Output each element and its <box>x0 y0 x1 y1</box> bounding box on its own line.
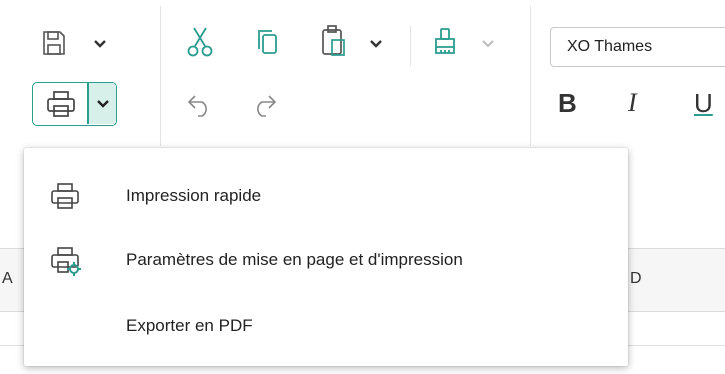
copy-icon[interactable] <box>252 24 282 60</box>
save-icon[interactable] <box>38 26 70 60</box>
paste-icon[interactable] <box>318 22 350 60</box>
redo-icon[interactable] <box>248 90 280 120</box>
menu-item-label: Exporter en PDF <box>126 316 253 335</box>
menu-item-export-pdf[interactable]: Exporter en PDF <box>24 298 628 354</box>
printer-settings-icon <box>50 246 81 276</box>
print-menu-chevron-down-icon[interactable] <box>89 83 116 124</box>
bold-button[interactable]: B <box>558 88 577 119</box>
menu-item-page-setup-print[interactable]: Paramètres de mise en page et d'impressi… <box>24 232 628 288</box>
save-menu-chevron-down-icon[interactable] <box>88 34 112 54</box>
ribbon-toolbar: XO Thames B I U <box>0 0 725 160</box>
underline-button[interactable]: U <box>694 88 713 119</box>
menu-item-label: Paramètres de mise en page et d'impressi… <box>126 250 463 269</box>
format-painter-icon[interactable] <box>430 24 460 60</box>
print-split-button[interactable] <box>32 82 117 126</box>
toolbar-separator <box>160 6 161 146</box>
italic-button[interactable]: I <box>628 88 637 118</box>
menu-item-label: Impression rapide <box>126 186 262 205</box>
cut-icon[interactable] <box>184 24 216 60</box>
undo-icon[interactable] <box>184 90 216 120</box>
printer-icon[interactable] <box>33 83 88 124</box>
toolbar-separator <box>410 26 411 66</box>
toolbar-separator <box>530 6 531 146</box>
column-letter-a[interactable]: A <box>2 270 13 288</box>
format-painter-chevron-down-icon[interactable] <box>476 34 500 54</box>
print-dropdown-menu: Impression rapide Paramètres de mise en … <box>24 148 628 366</box>
menu-item-quick-print[interactable]: Impression rapide <box>24 168 628 224</box>
printer-icon <box>50 182 80 212</box>
font-name-combobox[interactable]: XO Thames <box>550 27 725 67</box>
column-letter-d[interactable]: D <box>630 270 642 288</box>
paste-menu-chevron-down-icon[interactable] <box>364 34 388 54</box>
